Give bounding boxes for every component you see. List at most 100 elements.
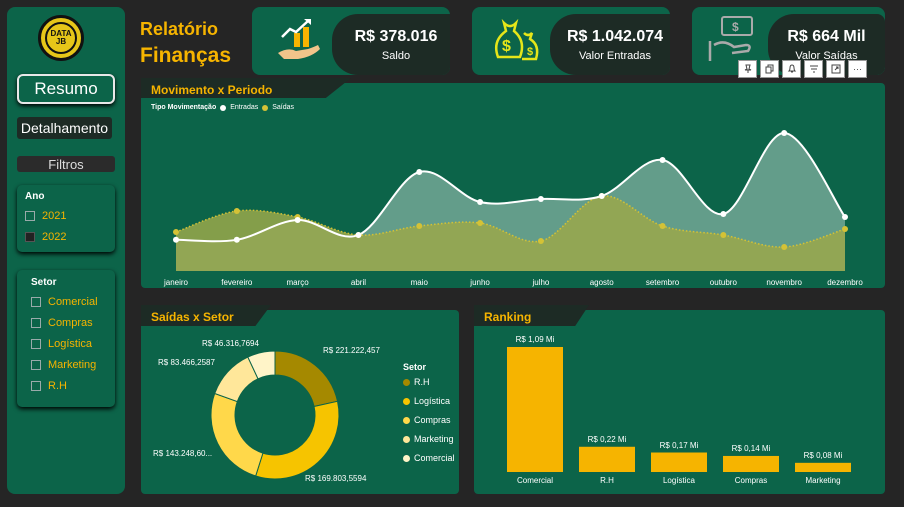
- x-axis-label: abril: [350, 278, 367, 287]
- ranking-data-label: R$ 1,09 Mi: [515, 335, 555, 344]
- focus-icon[interactable]: [826, 60, 845, 78]
- setor-option-label: R.H: [48, 380, 67, 392]
- donut-slice-rh: [274, 350, 339, 408]
- setor-option-marketing[interactable]: Marketing: [31, 359, 115, 371]
- checkbox[interactable]: [31, 381, 41, 391]
- kpi-saldo: R$ 378.016 Saldo: [252, 7, 450, 75]
- donut-label-marketing: R$ 83.466,2587: [158, 358, 215, 367]
- legend-item-label: Compras: [414, 415, 451, 425]
- setor-option-logistica[interactable]: Logística: [31, 338, 115, 350]
- saidas-point: [781, 244, 788, 250]
- kpi-entradas: $ $ R$ 1.042.074 Valor Entradas: [472, 7, 670, 75]
- setor-option-label: Compras: [48, 317, 93, 329]
- entradas-point: [477, 199, 484, 205]
- entradas-point: [233, 236, 240, 243]
- x-axis-label: dezembro: [827, 278, 863, 287]
- legend-item-compras[interactable]: Compras: [403, 415, 455, 425]
- checkbox[interactable]: [31, 297, 41, 307]
- x-axis-label: outubro: [709, 278, 737, 287]
- x-axis-label: novembro: [766, 278, 802, 287]
- bell-icon[interactable]: [782, 60, 801, 78]
- ranking-bar: [723, 455, 779, 472]
- donut-slice-logstica: [255, 400, 340, 480]
- kpi-label: Saldo: [381, 49, 411, 62]
- svg-text:$: $: [502, 38, 511, 55]
- kpi-value: R$ 1.042.074: [566, 27, 664, 45]
- donut-legend-title: Setor: [403, 362, 427, 372]
- saidas-point: [173, 229, 179, 235]
- legend-item-marketing[interactable]: Marketing: [403, 434, 455, 444]
- ranking-bar: [507, 347, 563, 472]
- growth-chart-hand-icon: [278, 19, 320, 59]
- kpi-entradas-body: R$ 1.042.074 Valor Entradas: [550, 14, 670, 75]
- saidas-point: [477, 220, 484, 226]
- ranking-data-label: R$ 0,14 Mi: [731, 443, 771, 453]
- legend-item-comercial[interactable]: Comercial: [403, 453, 455, 463]
- saidas-point: [537, 238, 544, 244]
- checkbox[interactable]: [25, 211, 35, 221]
- payment-hand-icon: $: [708, 16, 753, 61]
- checkbox[interactable]: [31, 360, 41, 370]
- entradas-point: [173, 236, 179, 243]
- setor-filter: Setor Comercial Compras Logística Market…: [17, 270, 115, 407]
- copy-icon[interactable]: [760, 60, 779, 78]
- pin-icon[interactable]: [738, 60, 757, 78]
- ano-option-2022[interactable]: 2022: [25, 231, 115, 243]
- filter-icon[interactable]: [804, 60, 823, 78]
- setor-option-compras[interactable]: Compras: [31, 317, 115, 329]
- legend-item-label: Logística: [414, 396, 451, 406]
- entradas-point: [720, 211, 727, 217]
- x-axis-label: setembro: [645, 278, 680, 287]
- donut-label-logistica: R$ 169.803,5594: [305, 474, 367, 483]
- x-axis-label: fevereiro: [221, 278, 253, 287]
- ranking-data-label: R$ 0,08 Mi: [803, 450, 843, 460]
- entradas-point: [842, 214, 848, 220]
- legend-item-label: Marketing: [414, 434, 454, 444]
- legend-item-label: R.H: [414, 377, 430, 387]
- x-axis-label: janeiro: [163, 278, 189, 287]
- entradas-point: [781, 130, 788, 136]
- entradas-point: [355, 232, 362, 238]
- ano-option-label: 2022: [42, 231, 67, 243]
- movimento-chart: [173, 130, 848, 271]
- logo-text: DATA JB: [45, 22, 77, 54]
- resumo-button[interactable]: Resumo: [17, 74, 115, 104]
- ranking-category-label: Marketing: [805, 476, 841, 485]
- entradas-point: [294, 217, 301, 223]
- detalhamento-button[interactable]: Detalhamento: [17, 117, 112, 139]
- svg-text:$: $: [527, 46, 533, 58]
- entradas-point: [537, 196, 544, 202]
- checkbox[interactable]: [25, 232, 35, 242]
- donut-label-comercial: R$ 46.316,7694: [202, 339, 259, 348]
- x-axis-label: maio: [410, 278, 428, 287]
- ranking-data-label: R$ 0,22 Mi: [587, 434, 627, 444]
- ranking-category-label: Comercial: [516, 476, 554, 485]
- setor-option-comercial[interactable]: Comercial: [31, 296, 115, 308]
- ranking-bar: [795, 462, 851, 472]
- kpi-value: R$ 378.016: [354, 27, 438, 45]
- checkbox[interactable]: [31, 339, 41, 349]
- x-axis-label: março: [286, 278, 309, 287]
- ranking-category-label: Logística: [662, 476, 696, 485]
- legend-item-rh[interactable]: R.H: [403, 377, 455, 387]
- saidas-donut-chart: [210, 350, 340, 480]
- saidas-point: [233, 208, 240, 214]
- more-icon[interactable]: ···: [848, 60, 867, 78]
- donut-slice-compras: [210, 392, 264, 477]
- svg-text:$: $: [732, 20, 739, 34]
- legend-item-logistica[interactable]: Logística: [403, 396, 455, 406]
- visual-toolbar: ···: [738, 60, 867, 78]
- setor-title: Setor: [31, 277, 57, 288]
- x-axis-label: junho: [470, 278, 490, 287]
- ranking-data-label: R$ 0,17 Mi: [659, 440, 699, 450]
- report-title: Relatório: [140, 19, 219, 39]
- ano-option-2021[interactable]: 2021: [25, 210, 115, 222]
- entradas-point: [659, 157, 666, 163]
- checkbox[interactable]: [31, 318, 41, 328]
- donut-legend: Setor R.H Logística Compras Marketing Co…: [403, 362, 455, 472]
- kpi-saldo-body: R$ 378.016 Saldo: [332, 14, 450, 75]
- saidas-point: [842, 226, 848, 232]
- saidas-point: [416, 223, 423, 229]
- setor-option-rh[interactable]: R.H: [31, 380, 115, 392]
- money-bags-icon: $ $: [495, 18, 539, 61]
